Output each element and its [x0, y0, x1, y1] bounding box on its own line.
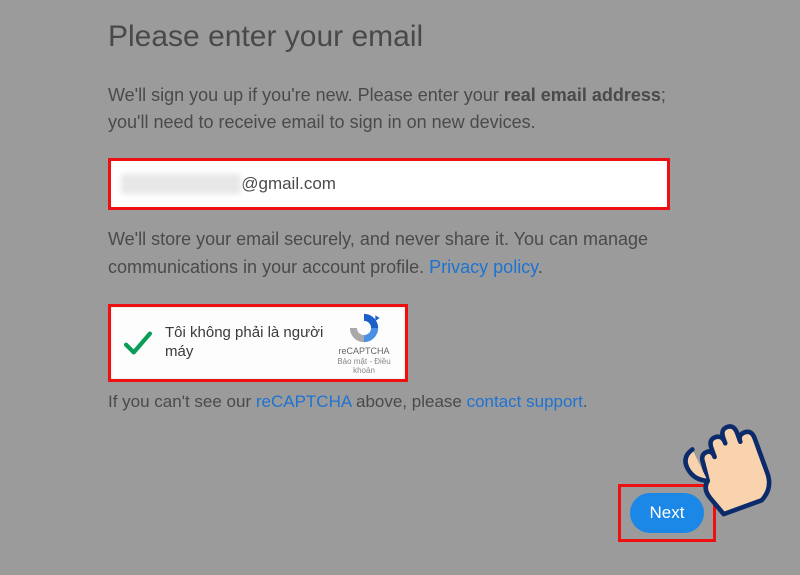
recaptcha-brand: reCAPTCHA Bảo mật - Điều khoản	[331, 311, 397, 375]
recaptcha-link[interactable]: reCAPTCHA	[256, 392, 351, 411]
email-input[interactable]	[241, 174, 657, 194]
privacy-policy-link[interactable]: Privacy policy	[429, 257, 538, 277]
storage-text: We'll store your email securely, and nev…	[108, 226, 670, 282]
page-title: Please enter your email	[108, 20, 690, 54]
recaptcha-label: Tôi không phải là người máy	[155, 324, 331, 362]
intro-text: We'll sign you up if you're new. Please …	[108, 82, 690, 136]
recaptcha-privacy[interactable]: Bảo mật	[337, 357, 367, 366]
storage-pre: We'll store your email securely, and nev…	[108, 229, 648, 277]
recaptcha-legal-links: Bảo mật - Điều khoản	[331, 357, 397, 375]
fallback-mid: above, please	[351, 392, 466, 411]
recaptcha-brand-name: reCAPTCHA	[338, 346, 389, 356]
recaptcha-fallback-text: If you can't see our reCAPTCHA above, pl…	[108, 392, 690, 412]
recaptcha-widget[interactable]: Tôi không phải là người máy reCAPTCHA Bả…	[108, 304, 408, 382]
contact-support-link[interactable]: contact support	[467, 392, 583, 411]
next-button-highlight: Next	[618, 484, 716, 542]
next-button[interactable]: Next	[630, 493, 704, 533]
checkmark-icon	[121, 326, 155, 360]
email-field-highlight	[108, 158, 670, 210]
storage-post: .	[538, 257, 543, 277]
recaptcha-icon	[347, 311, 381, 345]
intro-bold: real email address	[504, 85, 661, 105]
intro-pre: We'll sign you up if you're new. Please …	[108, 85, 504, 105]
email-redacted-prefix	[121, 174, 241, 194]
fallback-post: .	[583, 392, 588, 411]
fallback-pre: If you can't see our	[108, 392, 256, 411]
